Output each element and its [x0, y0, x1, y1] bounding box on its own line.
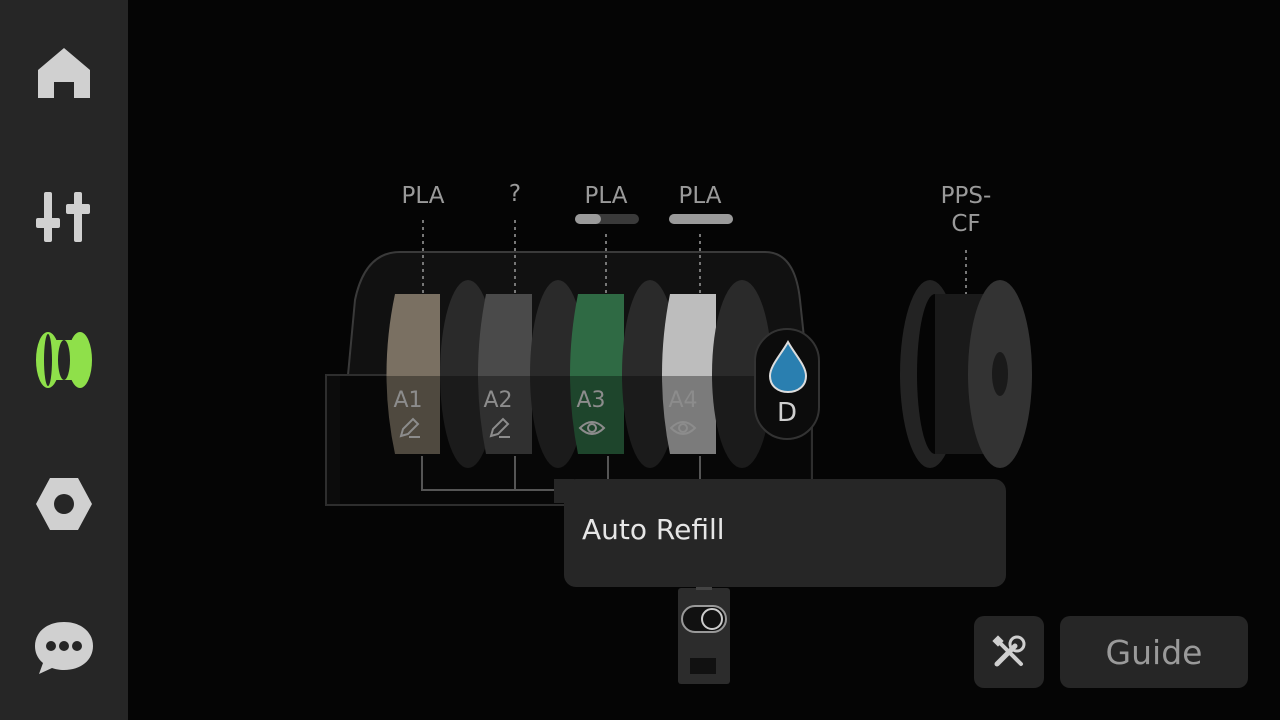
eye-icon[interactable] — [578, 418, 606, 438]
remaining-bar-a3 — [575, 214, 639, 224]
auto-refill-popup[interactable]: Auto Refill — [564, 479, 1006, 587]
external-spool[interactable] — [900, 280, 1032, 468]
tools-icon — [992, 635, 1026, 667]
material-label-a3: PLA — [584, 183, 628, 209]
guide-button[interactable]: Guide — [1060, 616, 1248, 688]
ams-illustration — [325, 220, 1032, 684]
material-label-external-line2: CF — [951, 211, 981, 237]
material-label-external-line1: PPS- — [940, 183, 992, 209]
pencil-icon[interactable] — [397, 416, 421, 440]
remaining-fill-a4 — [669, 214, 733, 224]
material-label-a2: ? — [508, 181, 522, 207]
remaining-fill-a3 — [575, 214, 601, 224]
material-label-external: PPS- CF — [926, 182, 1006, 238]
popup-title: Auto Refill — [582, 513, 725, 546]
eye-icon[interactable] — [669, 418, 697, 438]
popup-tab — [554, 479, 574, 503]
material-label-a1: PLA — [401, 183, 445, 209]
dryer-label: D — [776, 398, 798, 428]
slot-label-a1: A1 — [393, 388, 423, 413]
water-drop-icon — [768, 339, 808, 394]
remaining-bar-a4 — [669, 214, 733, 224]
tools-button[interactable] — [974, 616, 1044, 688]
slot-label-a2: A2 — [483, 388, 513, 413]
dryer-badge[interactable]: D — [754, 328, 820, 440]
slot-label-a3: A3 — [576, 388, 606, 413]
pencil-icon[interactable] — [487, 416, 511, 440]
slot-label-a4: A4 — [668, 388, 698, 413]
material-label-a4: PLA — [678, 183, 722, 209]
toolhead — [678, 584, 730, 684]
